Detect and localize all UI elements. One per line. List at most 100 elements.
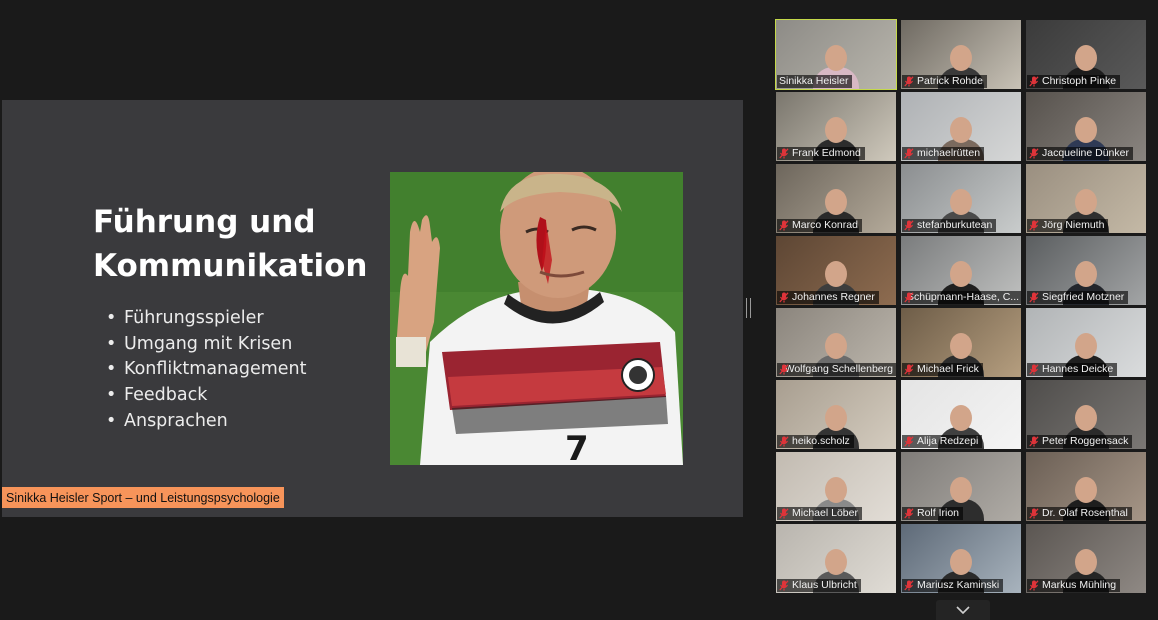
- shared-screen-slide[interactable]: Führung und Kommunikation Führungsspiele…: [2, 100, 743, 517]
- bullet-item: Ansprachen: [106, 409, 307, 435]
- muted-mic-icon: [779, 364, 789, 375]
- participant-name: Christoph Pinke: [1042, 75, 1117, 87]
- muted-mic-icon: [779, 508, 789, 519]
- participant-name: Johannes Regner: [792, 291, 875, 303]
- participant-name-label: Johannes Regner: [777, 291, 879, 304]
- participant-video-tile[interactable]: Christoph Pinke: [1026, 20, 1146, 89]
- participant-video-tile[interactable]: Michael Löber: [776, 452, 896, 521]
- participant-name: Sinikka Heisler: [779, 75, 849, 87]
- muted-mic-icon: [904, 364, 914, 375]
- participant-name-label: Christoph Pinke: [1027, 75, 1121, 88]
- participant-video-tile[interactable]: Markus Mühling: [1026, 524, 1146, 593]
- participant-video-tile[interactable]: Marco Konrad: [776, 164, 896, 233]
- muted-mic-icon: [904, 508, 914, 519]
- participant-name-label: Michael Frick: [902, 363, 983, 376]
- muted-mic-icon: [1029, 148, 1039, 159]
- participant-video-tile[interactable]: Frank Edmond: [776, 92, 896, 161]
- zoom-meeting-window: Führung und Kommunikation Führungsspiele…: [0, 0, 1158, 620]
- participant-name: Dr. Olaf Rosenthal: [1042, 507, 1128, 519]
- panel-resize-handle[interactable]: [746, 298, 751, 318]
- bullet-item: Führungsspieler: [106, 306, 307, 332]
- participant-video-tile[interactable]: Rolf Irion: [901, 452, 1021, 521]
- participant-name-label: Hannes Deicke: [1027, 363, 1118, 376]
- participant-name: Alija Redzepi: [917, 435, 979, 447]
- participant-name: Michael Frick: [917, 363, 979, 375]
- participant-name-label: Mariusz Kaminski: [902, 579, 1004, 592]
- muted-mic-icon: [1029, 76, 1039, 87]
- participant-name: Michael Löber: [792, 507, 858, 519]
- participant-video-tile[interactable]: Schüpmann-Haase, C...: [901, 236, 1021, 305]
- muted-mic-icon: [1029, 364, 1039, 375]
- muted-mic-icon: [1029, 220, 1039, 231]
- participant-video-tile[interactable]: Michael Frick: [901, 308, 1021, 377]
- participant-name-label: michaelrütten: [902, 147, 985, 160]
- muted-mic-icon: [904, 148, 914, 159]
- participant-name: Peter Roggensack: [1042, 435, 1129, 447]
- muted-mic-icon: [779, 580, 789, 591]
- participant-name-label: Michael Löber: [777, 507, 862, 520]
- participant-video-tile[interactable]: Dr. Olaf Rosenthal: [1026, 452, 1146, 521]
- muted-mic-icon: [904, 76, 914, 87]
- participant-video-tile[interactable]: Peter Roggensack: [1026, 380, 1146, 449]
- muted-mic-icon: [904, 436, 914, 447]
- participant-name: Jacqueline Dünker: [1042, 147, 1129, 159]
- participant-name-label: stefanburkutean: [902, 219, 997, 232]
- participant-video-tile[interactable]: Siegfried Motzner: [1026, 236, 1146, 305]
- participant-name: Wolfgang Schellenberg: [784, 363, 893, 375]
- gallery-scroll-down-button[interactable]: [936, 600, 990, 620]
- slide-title: Führung und Kommunikation: [93, 200, 368, 288]
- participant-name: michaelrütten: [917, 147, 981, 159]
- participant-video-tile[interactable]: Mariusz Kaminski: [901, 524, 1021, 593]
- participant-name: Marco Konrad: [792, 219, 858, 231]
- participant-video-tile[interactable]: Johannes Regner: [776, 236, 896, 305]
- participant-name-label: Siegfried Motzner: [1027, 291, 1129, 304]
- participant-name: Klaus Ulbricht: [792, 579, 857, 591]
- participant-name: Patrick Rohde: [917, 75, 983, 87]
- participant-video-tile[interactable]: Sinikka Heisler: [775, 19, 897, 90]
- participant-video-tile[interactable]: Patrick Rohde: [901, 20, 1021, 89]
- participant-name-label: Peter Roggensack: [1027, 435, 1133, 448]
- participant-name-label: Patrick Rohde: [902, 75, 987, 88]
- participant-name: Mariusz Kaminski: [917, 579, 1000, 591]
- participant-name: Rolf Irion: [917, 507, 960, 519]
- participant-name-label: Markus Mühling: [1027, 579, 1121, 592]
- slide-footer-label: Sinikka Heisler Sport – und Leistungspsy…: [2, 487, 284, 508]
- participant-name: Markus Mühling: [1042, 579, 1117, 591]
- bullet-item: Feedback: [106, 383, 307, 409]
- participant-name-label: heiko.scholz: [777, 435, 854, 448]
- muted-mic-icon: [1029, 292, 1039, 303]
- participant-name-label: Marco Konrad: [777, 219, 862, 232]
- participant-name: Hannes Deicke: [1042, 363, 1114, 375]
- participant-name: Frank Edmond: [792, 147, 861, 159]
- participant-video-tile[interactable]: Wolfgang Schellenberg: [776, 308, 896, 377]
- participant-name-label: Jacqueline Dünker: [1027, 147, 1133, 160]
- muted-mic-icon: [1029, 436, 1039, 447]
- participant-name-label: Wolfgang Schellenberg: [777, 363, 896, 376]
- muted-mic-icon: [779, 220, 789, 231]
- participant-video-tile[interactable]: Alija Redzepi: [901, 380, 1021, 449]
- muted-mic-icon: [1029, 508, 1039, 519]
- participant-name: Schüpmann-Haase, C...: [907, 291, 1020, 303]
- participant-name-label: Schüpmann-Haase, C...: [902, 291, 1021, 304]
- bullet-item: Konfliktmanagement: [106, 357, 307, 383]
- participant-name-label: Jörg Niemuth: [1027, 219, 1109, 232]
- participant-video-tile[interactable]: Hannes Deicke: [1026, 308, 1146, 377]
- participant-name-label: Sinikka Heisler: [777, 75, 853, 88]
- participant-name-label: Dr. Olaf Rosenthal: [1027, 507, 1132, 520]
- participant-name-label: Rolf Irion: [902, 507, 964, 520]
- participant-video-tile[interactable]: Jacqueline Dünker: [1026, 92, 1146, 161]
- slide-title-line-2: Kommunikation: [93, 248, 368, 284]
- participant-video-tile[interactable]: Klaus Ulbricht: [776, 524, 896, 593]
- participant-video-tile[interactable]: Jörg Niemuth: [1026, 164, 1146, 233]
- participant-name: stefanburkutean: [917, 219, 993, 231]
- slide-football-player-photo: 7: [390, 172, 683, 465]
- svg-text:7: 7: [565, 429, 589, 465]
- participant-video-tile[interactable]: heiko.scholz: [776, 380, 896, 449]
- muted-mic-icon: [1029, 580, 1039, 591]
- participant-video-tile[interactable]: stefanburkutean: [901, 164, 1021, 233]
- participant-name-label: Klaus Ulbricht: [777, 579, 861, 592]
- muted-mic-icon: [779, 436, 789, 447]
- participant-video-tile[interactable]: michaelrütten: [901, 92, 1021, 161]
- muted-mic-icon: [904, 220, 914, 231]
- chevron-down-icon: [956, 606, 970, 614]
